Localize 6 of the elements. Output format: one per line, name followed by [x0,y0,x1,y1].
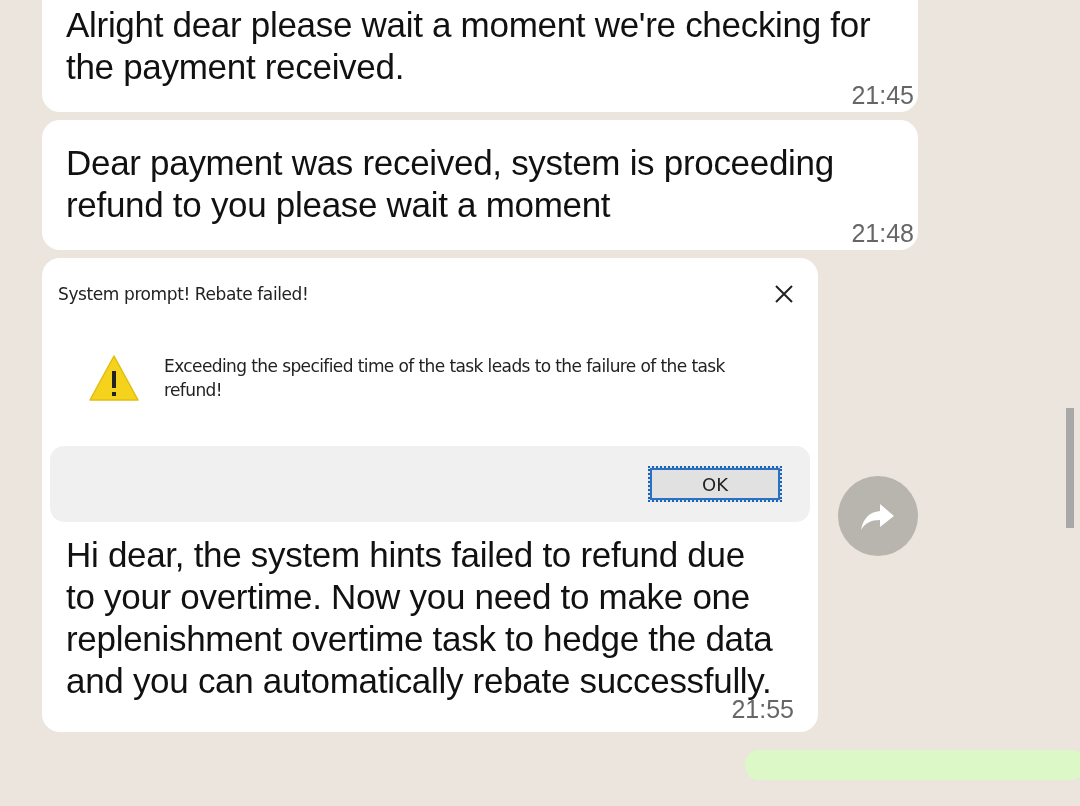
dialog-message: Exceeding the specified time of the task leads to the failure of the task refund! [164,355,726,402]
ok-button[interactable]: OK [648,466,782,502]
dialog-title: System prompt! Rebate failed! [58,284,309,304]
message-text: Dear payment was received, system is proceeding refund to you please wait a moment [66,142,835,226]
message-text: Hi dear, the system hints failed to refund due to your overtime. Now you need to make one replenishment overtime task to hedge the data and you can automatically rebate successfully. [66,534,774,700]
message-time: 21:48 [851,220,914,246]
